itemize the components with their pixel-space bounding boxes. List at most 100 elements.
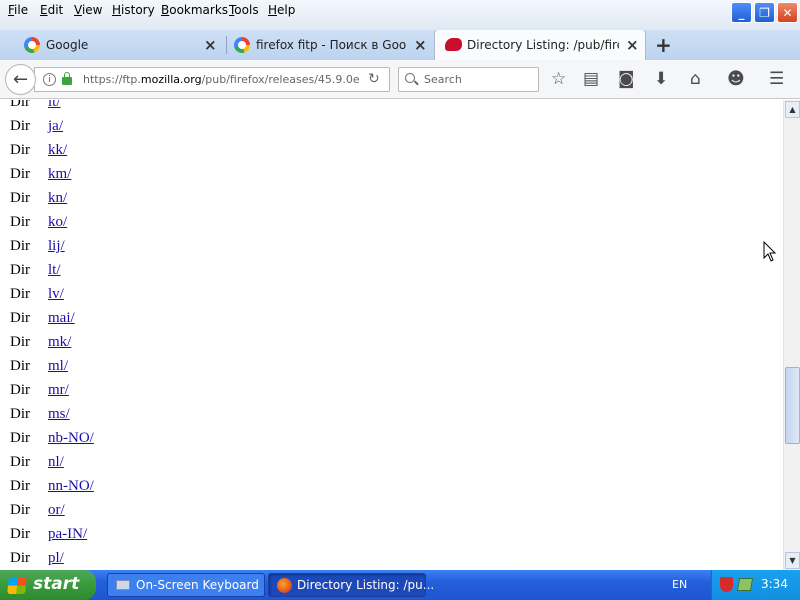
tab-close-icon[interactable]: × <box>626 36 639 54</box>
search-placeholder: Search <box>424 73 462 86</box>
taskbar: start On-Screen Keyboard Directory Listi… <box>0 570 800 600</box>
directory-link[interactable]: kn/ <box>48 190 67 207</box>
directory-link[interactable]: or/ <box>48 502 65 519</box>
entry-type: Dir <box>10 526 30 542</box>
directory-link[interactable]: ko/ <box>48 214 67 231</box>
search-input[interactable]: Search <box>398 67 539 92</box>
menu-help[interactable]: Help <box>266 3 297 17</box>
menu-bookmarks[interactable]: Bookmarks <box>159 3 230 17</box>
clock: 3:34 <box>761 577 788 591</box>
menu-edit[interactable]: Edit <box>38 3 65 17</box>
firefox-icon <box>277 578 292 593</box>
tab-google-search[interactable]: firefox fitp - Поиск в Google × <box>224 30 434 60</box>
tab-google[interactable]: Google × <box>14 30 224 60</box>
directory-link[interactable]: lij/ <box>48 238 65 255</box>
close-icon: ✕ <box>782 5 793 20</box>
keyboard-icon <box>116 580 130 590</box>
directory-link[interactable]: km/ <box>48 166 71 183</box>
scroll-up-icon[interactable]: ▲ <box>785 101 800 118</box>
language-indicator[interactable]: EN <box>672 578 687 591</box>
taskbar-item-firefox[interactable]: Directory Listing: /pu... <box>268 573 434 597</box>
directory-link[interactable]: mai/ <box>48 310 75 327</box>
close-window-button[interactable]: ✕ <box>777 2 798 23</box>
entry-type: Dir <box>10 190 30 206</box>
entry-type: Dir <box>10 238 30 254</box>
bookmarks-library-icon[interactable]: ▤ <box>583 69 599 89</box>
url-domain: mozilla.org <box>140 73 202 86</box>
scroll-thumb[interactable] <box>785 367 800 444</box>
url-prefix: https://ftp. <box>83 73 141 86</box>
info-icon[interactable]: i <box>43 73 56 86</box>
menu-view[interactable]: View <box>72 3 104 17</box>
task-label: On-Screen Keyboard <box>136 578 259 592</box>
lock-icon <box>62 72 72 85</box>
directory-link[interactable]: nn-NO/ <box>48 478 94 495</box>
reload-icon[interactable]: ↻ <box>368 71 380 87</box>
vertical-scrollbar[interactable]: ▲ ▼ <box>783 100 800 570</box>
directory-link[interactable]: nb-NO/ <box>48 430 94 447</box>
directory-link[interactable]: ml/ <box>48 358 68 375</box>
entry-type: Dir <box>10 100 30 110</box>
directory-link[interactable]: mr/ <box>48 382 69 399</box>
feedback-smiley-icon[interactable]: ☻ <box>727 69 745 89</box>
menu-history[interactable]: History <box>110 3 157 17</box>
url-text[interactable]: https://ftp.mozilla.org/pub/firefox/rele… <box>83 73 359 86</box>
directory-link[interactable]: pa-IN/ <box>48 526 87 543</box>
tab-close-icon[interactable]: × <box>204 36 217 54</box>
directory-link[interactable]: mk/ <box>48 334 71 351</box>
directory-link[interactable]: lv/ <box>48 286 64 303</box>
directory-link[interactable]: kk/ <box>48 142 67 159</box>
restore-button[interactable]: ❐ <box>754 2 775 23</box>
menu-file[interactable]: File <box>6 3 30 17</box>
directory-link[interactable]: lt/ <box>48 262 61 279</box>
directory-listing: Dir lt/ Dir ja/ Dir kk/ Dir km/ Dir kn/ … <box>0 100 783 570</box>
directory-link[interactable]: lt/ <box>48 100 61 111</box>
entry-type: Dir <box>10 502 30 518</box>
directory-link[interactable]: nl/ <box>48 454 64 471</box>
entry-type: Dir <box>10 118 30 134</box>
tab-directory-listing[interactable]: Directory Listing: /pub/firefox... × <box>434 30 646 60</box>
back-button[interactable]: ← <box>5 64 36 95</box>
bookmark-star-icon[interactable]: ☆ <box>551 69 566 89</box>
entry-type: Dir <box>10 430 30 446</box>
entry-type: Dir <box>10 262 30 278</box>
google-icon <box>24 37 40 53</box>
directory-link[interactable]: ms/ <box>48 406 70 423</box>
directory-link[interactable]: pl/ <box>48 550 64 567</box>
tab-title: Directory Listing: /pub/firefox... <box>467 38 619 52</box>
url-path: /pub/firefox/releases/45.9.0e <box>201 73 359 86</box>
directory-link[interactable]: ja/ <box>48 118 63 135</box>
start-button[interactable]: start <box>0 570 96 600</box>
entry-type: Dir <box>10 334 30 350</box>
network-icon[interactable] <box>736 578 754 591</box>
back-arrow-icon: ← <box>12 69 29 90</box>
entry-type: Dir <box>10 478 30 494</box>
entry-type: Dir <box>10 358 30 374</box>
search-icon <box>405 73 415 83</box>
windows-logo-icon <box>7 577 27 594</box>
tab-close-icon[interactable]: × <box>414 36 427 54</box>
entry-type: Dir <box>10 550 30 566</box>
taskbar-item-on-screen-keyboard[interactable]: On-Screen Keyboard <box>107 573 265 597</box>
tab-title: Google <box>46 38 89 52</box>
hamburger-menu-icon[interactable]: ☰ <box>769 69 784 89</box>
start-label: start <box>33 574 80 594</box>
entry-type: Dir <box>10 406 30 422</box>
scroll-down-icon[interactable]: ▼ <box>785 552 800 569</box>
menu-tools[interactable]: Tools <box>227 3 261 17</box>
restore-icon: ❐ <box>759 5 770 20</box>
tab-title: firefox fitp - Поиск в Google <box>256 38 406 52</box>
home-icon[interactable]: ⌂ <box>690 69 701 89</box>
entry-type: Dir <box>10 382 30 398</box>
security-shield-icon[interactable] <box>720 577 733 592</box>
entry-type: Dir <box>10 142 30 158</box>
minimize-icon: _ <box>738 5 745 20</box>
task-label: Directory Listing: /pu... <box>297 578 435 592</box>
download-icon[interactable]: ⬇ <box>654 69 668 89</box>
entry-type: Dir <box>10 454 30 470</box>
entry-type: Dir <box>10 214 30 230</box>
new-tab-plus-icon[interactable]: + <box>655 33 672 57</box>
minimize-button[interactable]: _ <box>731 2 752 23</box>
pocket-icon[interactable]: ◙ <box>618 69 635 89</box>
url-bar[interactable]: i https://ftp.mozilla.org/pub/firefox/re… <box>34 67 390 92</box>
